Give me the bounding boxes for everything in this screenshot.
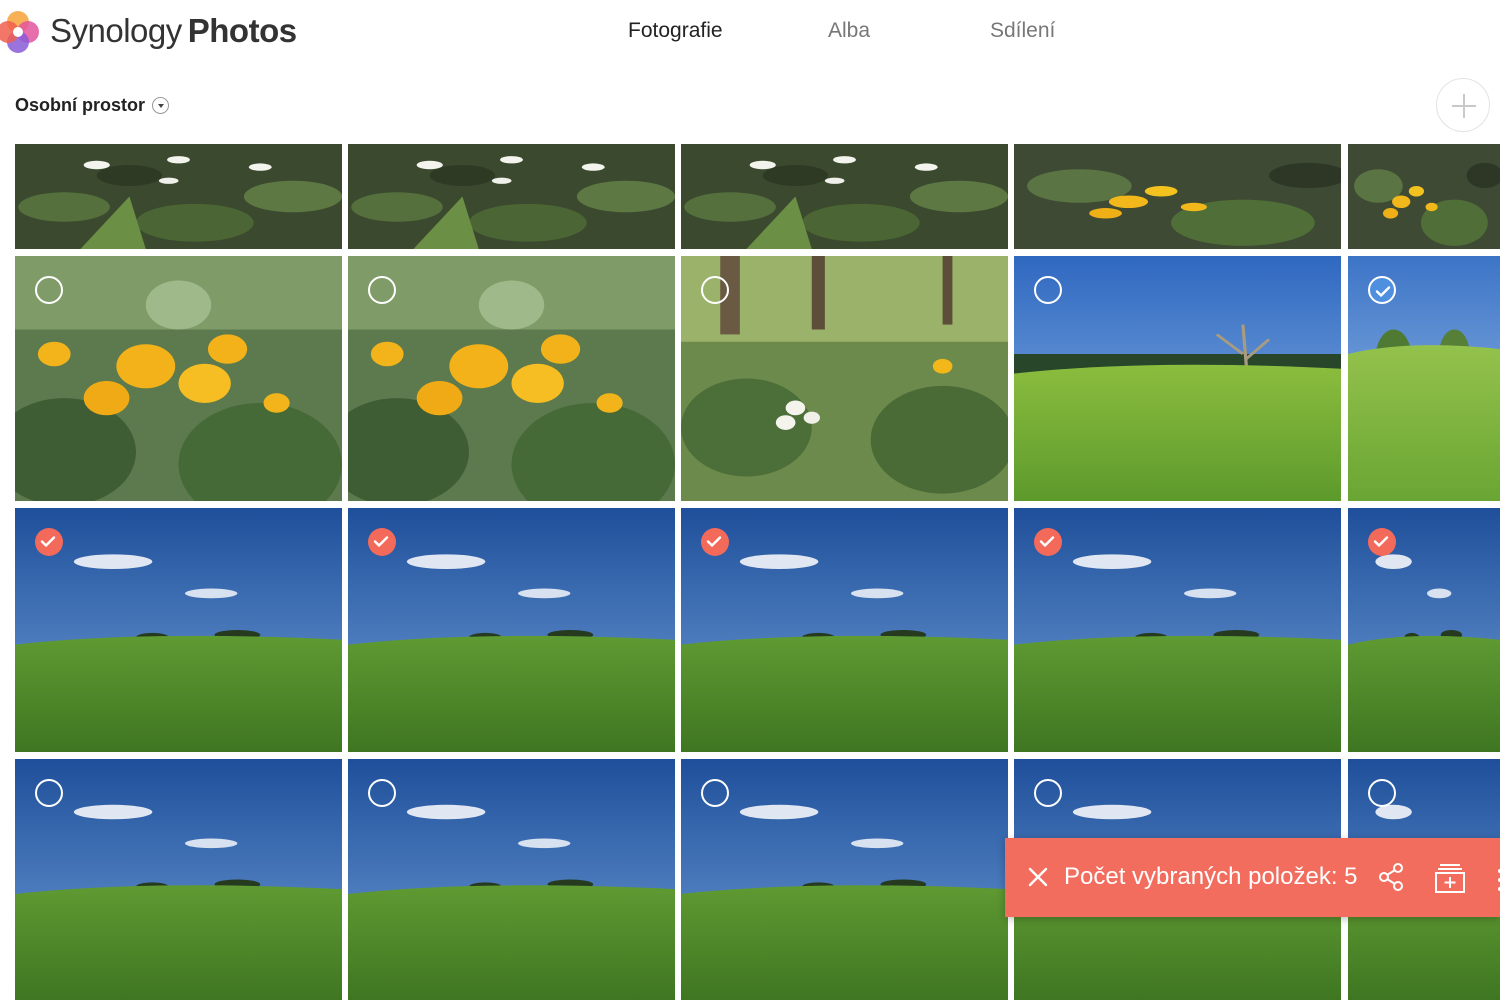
- tab-fotografie[interactable]: Fotografie: [628, 16, 723, 46]
- photo-thumbnail: [15, 256, 342, 501]
- photo-tile[interactable]: [1348, 256, 1500, 501]
- checkmark-icon: [706, 536, 722, 547]
- photo-thumbnail: [15, 759, 342, 1000]
- select-checkbox[interactable]: [368, 276, 396, 304]
- selection-bar: Počet vybraných položek: 5: [1005, 838, 1500, 917]
- photo-thumbnail: [681, 508, 1008, 752]
- more-icon[interactable]: [1493, 868, 1500, 892]
- photo-thumbnail: [681, 144, 1008, 249]
- close-icon[interactable]: [1027, 866, 1049, 888]
- photo-tile[interactable]: [15, 256, 342, 501]
- checkmark-icon: [40, 536, 56, 547]
- plus-icon: [1452, 94, 1476, 118]
- photo-tile[interactable]: [348, 256, 675, 501]
- photo-tile[interactable]: [1014, 256, 1341, 501]
- photo-tile[interactable]: [681, 759, 1008, 1000]
- chevron-down-icon: [152, 96, 169, 114]
- app-title-bold: Photos: [187, 12, 297, 49]
- photo-tile[interactable]: [681, 508, 1008, 752]
- photo-thumbnail: [1014, 256, 1341, 501]
- photo-thumbnail: [348, 256, 675, 501]
- select-checkbox[interactable]: [1034, 276, 1062, 304]
- space-label: Osobní prostor: [15, 95, 145, 115]
- tab-sdileni[interactable]: Sdílení: [990, 16, 1055, 46]
- selected-checkbox[interactable]: [1368, 528, 1396, 556]
- photo-thumbnail: [1014, 144, 1341, 249]
- add-to-album-icon[interactable]: [1434, 862, 1466, 894]
- select-checkbox[interactable]: [701, 276, 729, 304]
- photo-tile[interactable]: [348, 508, 675, 752]
- photo-tile[interactable]: [1014, 508, 1341, 752]
- app-title: Synology Photos: [50, 10, 297, 52]
- photo-tile[interactable]: [1014, 144, 1341, 249]
- selected-checkbox[interactable]: [1368, 276, 1396, 304]
- share-icon[interactable]: [1377, 862, 1405, 892]
- selected-checkbox[interactable]: [35, 528, 63, 556]
- photo-thumbnail: [681, 759, 1008, 1000]
- select-checkbox[interactable]: [1368, 779, 1396, 807]
- photo-tile[interactable]: [1348, 144, 1500, 249]
- checkmark-icon: [1373, 536, 1389, 547]
- photo-thumbnail: [348, 759, 675, 1000]
- add-button[interactable]: [1436, 78, 1490, 132]
- space-selector[interactable]: Osobní prostor: [15, 92, 169, 118]
- app-title-light: Synology: [50, 12, 182, 49]
- selected-checkbox[interactable]: [1034, 528, 1062, 556]
- photo-thumbnail: [15, 508, 342, 752]
- photo-thumbnail: [348, 508, 675, 752]
- photo-thumbnail: [1348, 144, 1500, 249]
- photo-thumbnail: [681, 256, 1008, 501]
- select-checkbox[interactable]: [1034, 779, 1062, 807]
- photo-tile[interactable]: [15, 759, 342, 1000]
- photo-thumbnail: [1014, 508, 1341, 752]
- select-checkbox[interactable]: [35, 779, 63, 807]
- photo-tile[interactable]: [681, 256, 1008, 501]
- photo-thumbnail: [15, 144, 342, 249]
- tab-alba[interactable]: Alba: [828, 16, 870, 46]
- photo-tile[interactable]: [15, 508, 342, 752]
- selected-checkbox[interactable]: [368, 528, 396, 556]
- photo-tile[interactable]: [348, 759, 675, 1000]
- photo-thumbnail: [348, 144, 675, 249]
- photo-tile[interactable]: [348, 144, 675, 249]
- checkmark-icon: [1375, 286, 1391, 297]
- select-checkbox[interactable]: [35, 276, 63, 304]
- synology-photos-logo-icon: [0, 11, 39, 53]
- photo-tile[interactable]: [1348, 508, 1500, 752]
- selection-count: Počet vybraných položek: 5: [1064, 863, 1358, 890]
- checkmark-icon: [373, 536, 389, 547]
- checkmark-icon: [1039, 536, 1055, 547]
- select-checkbox[interactable]: [701, 779, 729, 807]
- photo-tile[interactable]: [15, 144, 342, 249]
- photo-tile[interactable]: [681, 144, 1008, 249]
- selected-checkbox[interactable]: [701, 528, 729, 556]
- select-checkbox[interactable]: [368, 779, 396, 807]
